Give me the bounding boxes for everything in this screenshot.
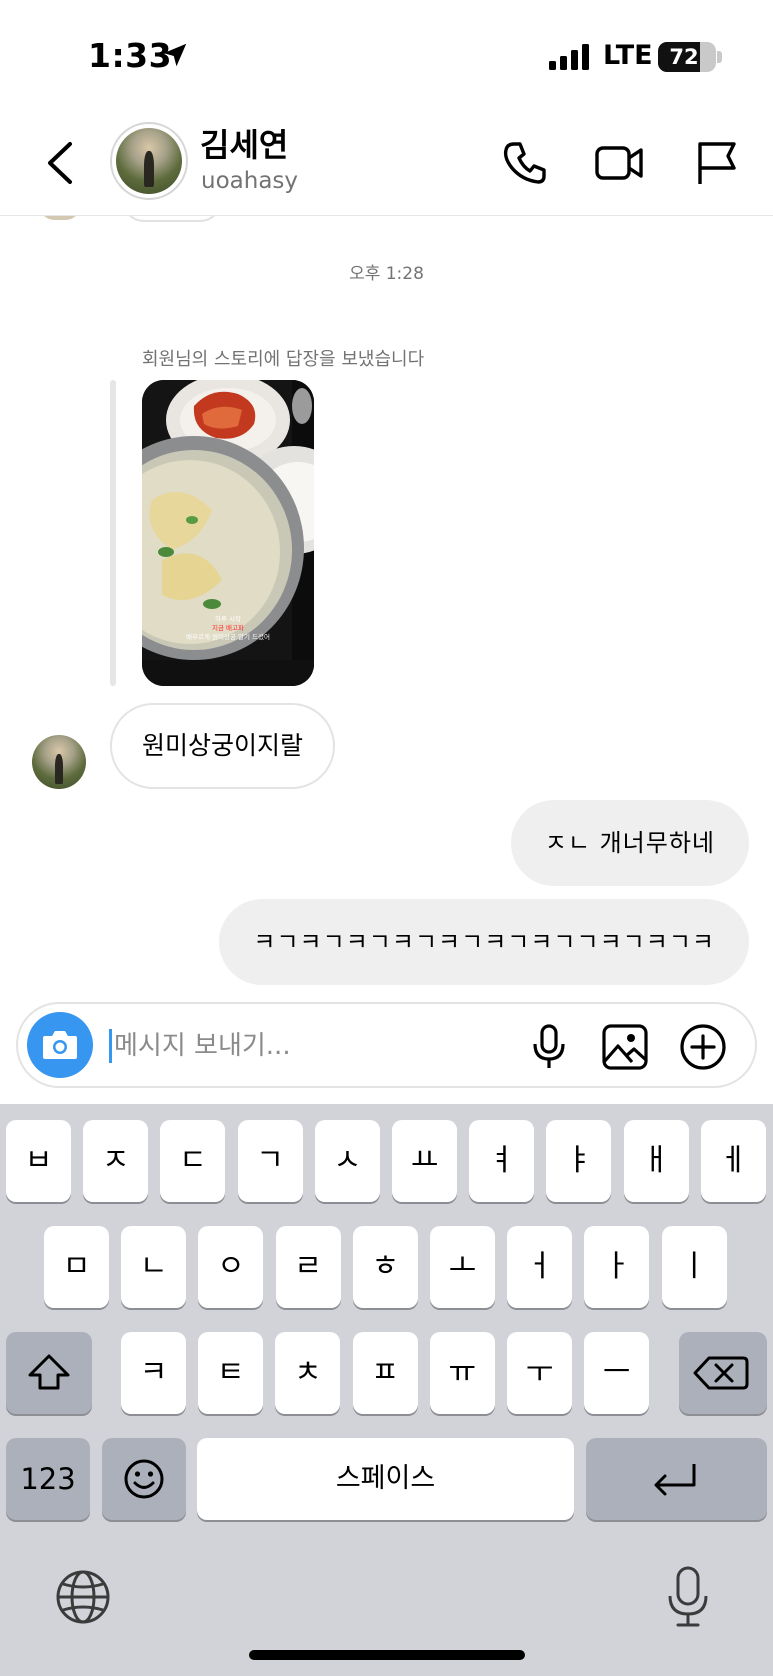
space-key[interactable]: 스페이스 xyxy=(197,1438,574,1520)
key-row3-5[interactable]: ㅠ xyxy=(429,1332,495,1414)
avatar[interactable] xyxy=(32,735,86,789)
phone-icon[interactable] xyxy=(500,138,550,188)
contact-name[interactable]: 김세연 xyxy=(200,120,288,166)
story-caption-line: 배부르게 원미상궁 알기 드셨어 xyxy=(186,632,270,641)
story-caption-line: 지금 배고파 xyxy=(212,623,244,632)
message-composer xyxy=(16,1002,757,1088)
message-timestamp: 오후 1:28 xyxy=(349,264,424,284)
message-input[interactable] xyxy=(114,1024,494,1068)
avatar-figure xyxy=(143,151,155,188)
story-reply-label: 회원님의 스토리에 답장을 보냈습니다 xyxy=(142,349,425,370)
key-row1-1[interactable]: ㅂ xyxy=(6,1120,71,1202)
key-row2-3[interactable]: ㅇ xyxy=(198,1226,264,1308)
key-row3-7[interactable]: ㅡ xyxy=(584,1332,650,1414)
home-indicator xyxy=(249,1650,525,1660)
key-row1-5[interactable]: ㅅ xyxy=(314,1120,380,1202)
flag-icon[interactable] xyxy=(692,138,742,188)
story-caption-line: 하루 시작 xyxy=(215,614,241,623)
image-icon[interactable] xyxy=(600,1022,650,1072)
key-row2-5[interactable]: ㅎ xyxy=(352,1226,418,1308)
key-row2-9[interactable]: ㅣ xyxy=(661,1226,727,1308)
dictation-mic-icon[interactable] xyxy=(666,1566,710,1628)
globe-icon[interactable] xyxy=(54,1568,112,1626)
text-caret xyxy=(109,1029,112,1063)
key-row1-6[interactable]: ㅛ xyxy=(392,1120,457,1202)
key-row2-2[interactable]: ㄴ xyxy=(121,1226,187,1308)
key-row3-6[interactable]: ㅜ xyxy=(507,1332,572,1414)
outgoing-message[interactable]: ㅋㄱㅋㄱㅋㄱㅋㄱㅋㄱㅋㄱㅋㄱㄱㅋㄱㅋㄱㅋ xyxy=(219,899,749,985)
key-row1-2[interactable]: ㅈ xyxy=(83,1120,149,1202)
numbers-key[interactable]: 123 xyxy=(6,1438,90,1520)
outgoing-message[interactable]: ㅈㄴ 개너무하네 xyxy=(510,800,749,886)
plus-circle-icon[interactable] xyxy=(678,1022,728,1072)
key-row1-3[interactable]: ㄷ xyxy=(160,1120,226,1202)
key-row2-1[interactable]: ㅁ xyxy=(44,1226,109,1308)
backspace-icon xyxy=(693,1356,749,1390)
video-icon[interactable] xyxy=(594,138,644,188)
key-row2-6[interactable]: ㅗ xyxy=(430,1226,495,1308)
camera-icon xyxy=(43,1031,77,1059)
shift-icon xyxy=(28,1354,70,1390)
key-row2-7[interactable]: ㅓ xyxy=(507,1226,573,1308)
key-row2-8[interactable]: ㅏ xyxy=(584,1226,650,1308)
incoming-message[interactable]: 원미상궁이지랄 xyxy=(110,703,336,789)
key-row1-4[interactable]: ㄱ xyxy=(237,1120,303,1202)
emoji-icon xyxy=(124,1459,164,1499)
avatar[interactable] xyxy=(110,122,188,200)
key-row3-1[interactable]: ㅋ xyxy=(121,1332,186,1414)
emoji-key[interactable] xyxy=(102,1438,186,1520)
key-row1-8[interactable]: ㅑ xyxy=(546,1120,612,1202)
story-reply-bar xyxy=(110,380,116,686)
chat-header: 김세연 uoahasy xyxy=(0,110,773,216)
key-row1-10[interactable]: ㅔ xyxy=(700,1120,766,1202)
contact-username[interactable]: uoahasy xyxy=(201,168,298,194)
microphone-icon[interactable] xyxy=(524,1022,574,1072)
key-row1-9[interactable]: ㅐ xyxy=(623,1120,689,1202)
avatar-image xyxy=(116,128,182,194)
backspace-key[interactable] xyxy=(679,1332,767,1414)
avatar-figure xyxy=(54,753,64,784)
key-row3-3[interactable]: ㅊ xyxy=(275,1332,341,1414)
story-caption: 하루 시작 지금 배고파 배부르게 원미상궁 알기 드셨어 xyxy=(142,615,314,642)
back-chevron-icon[interactable] xyxy=(40,138,84,188)
key-row3-2[interactable]: ㅌ xyxy=(198,1332,264,1414)
return-key[interactable] xyxy=(586,1438,767,1520)
key-row2-4[interactable]: ㄹ xyxy=(275,1226,341,1308)
return-icon xyxy=(654,1464,696,1496)
shift-key[interactable] xyxy=(6,1332,92,1414)
key-row3-4[interactable]: ㅍ xyxy=(352,1332,418,1414)
camera-button[interactable] xyxy=(27,1012,93,1078)
story-thumbnail[interactable]: 하루 시작 지금 배고파 배부르게 원미상궁 알기 드셨어 xyxy=(142,380,314,686)
key-row1-7[interactable]: ㅕ xyxy=(469,1120,535,1202)
